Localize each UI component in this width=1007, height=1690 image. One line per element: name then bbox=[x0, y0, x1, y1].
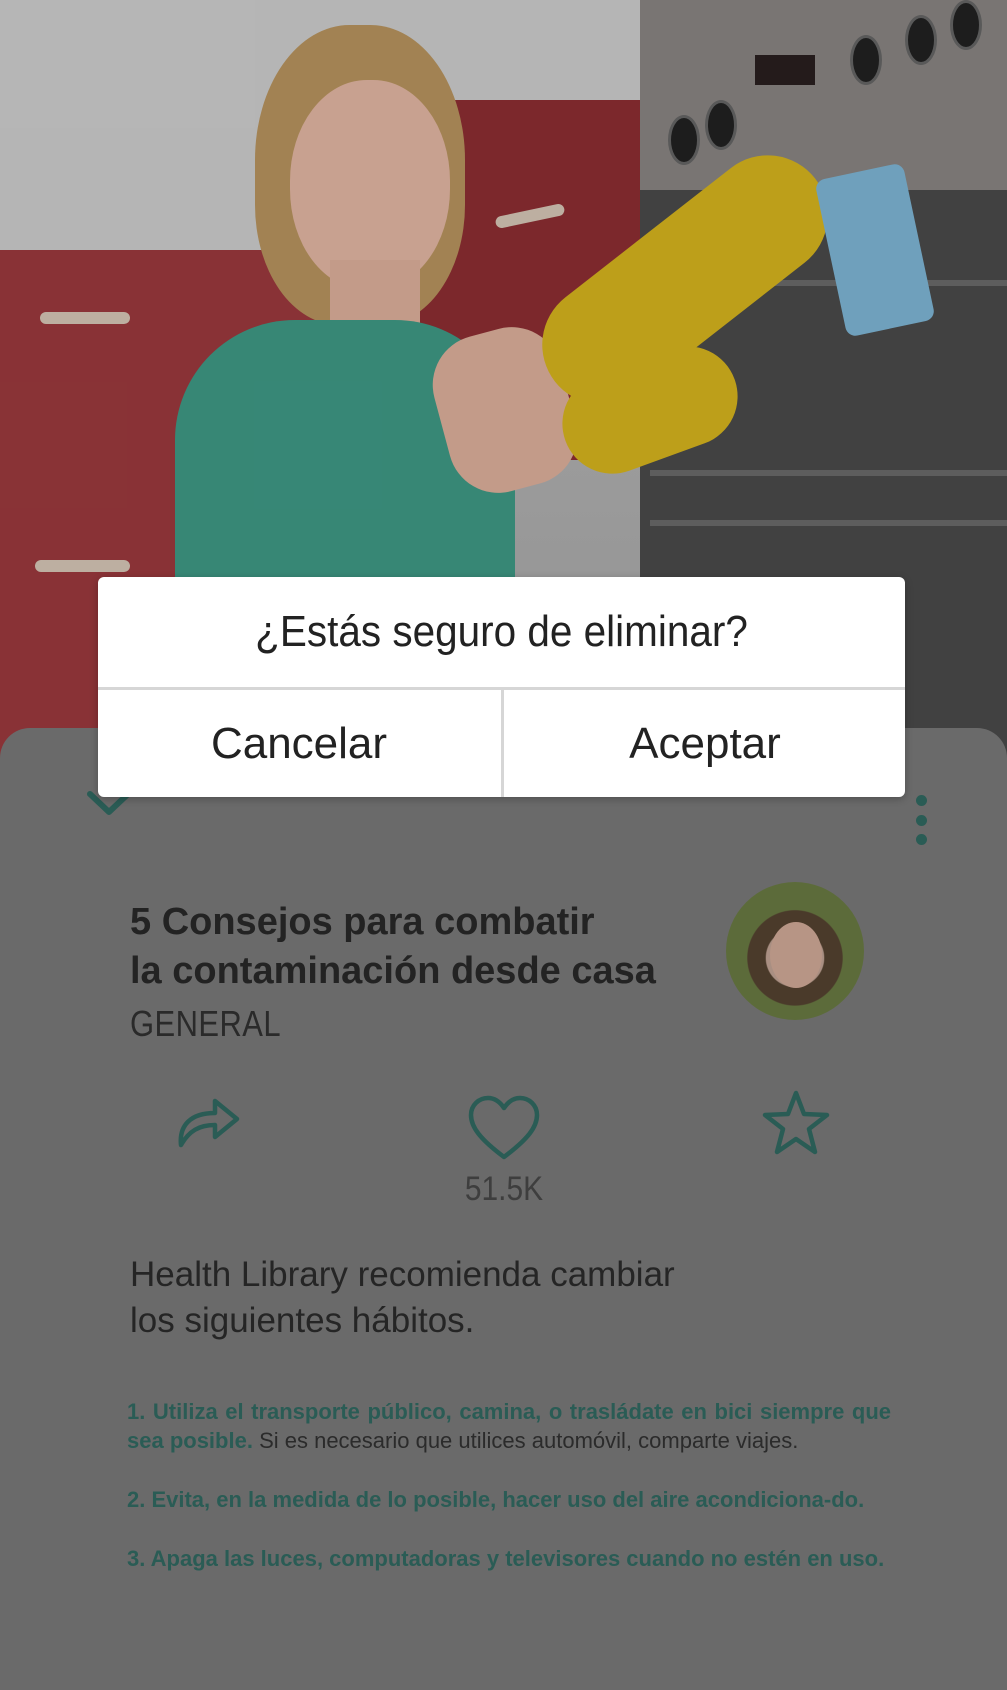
more-vertical-icon[interactable] bbox=[912, 795, 930, 845]
tip-highlight: 3. Apaga las luces, computadoras y telev… bbox=[127, 1546, 885, 1571]
article-tips: 1. Utiliza el transporte público, camina… bbox=[127, 1397, 891, 1603]
tip-item: 2. Evita, en la medida de lo posible, ha… bbox=[127, 1485, 891, 1514]
article-intro: Health Library recomienda cambiar los si… bbox=[130, 1252, 850, 1344]
dialog-message: ¿Estás seguro de eliminar? bbox=[255, 607, 748, 656]
tip-text: Si es necesario que utilices automóvil, … bbox=[252, 1428, 799, 1453]
tip-item: 1. Utiliza el transporte público, camina… bbox=[127, 1397, 891, 1455]
heart-icon[interactable] bbox=[468, 1095, 540, 1161]
like-count: 51.5K bbox=[464, 1170, 544, 1208]
cancel-button[interactable]: Cancelar bbox=[98, 690, 500, 797]
article-intro-line-2: los siguientes hábitos. bbox=[130, 1301, 475, 1340]
delete-confirm-dialog: ¿Estás seguro de eliminar? Cancelar Acep… bbox=[98, 577, 905, 797]
author-avatar[interactable] bbox=[726, 882, 864, 1020]
article-category: GENERAL bbox=[130, 1003, 281, 1044]
article-intro-line-1: Health Library recomienda cambiar bbox=[130, 1255, 675, 1294]
star-icon[interactable] bbox=[762, 1090, 830, 1156]
accept-button[interactable]: Aceptar bbox=[504, 690, 905, 797]
tip-highlight: 2. Evita, en la medida de lo posible, ha… bbox=[127, 1487, 865, 1512]
article-title-line-1: 5 Consejos para combatir bbox=[130, 901, 595, 943]
tip-item: 3. Apaga las luces, computadoras y telev… bbox=[127, 1544, 891, 1573]
article-title: 5 Consejos para combatir la contaminació… bbox=[130, 898, 690, 996]
article-title-line-2: la contaminación desde casa bbox=[130, 950, 656, 992]
share-icon[interactable] bbox=[175, 1097, 241, 1149]
